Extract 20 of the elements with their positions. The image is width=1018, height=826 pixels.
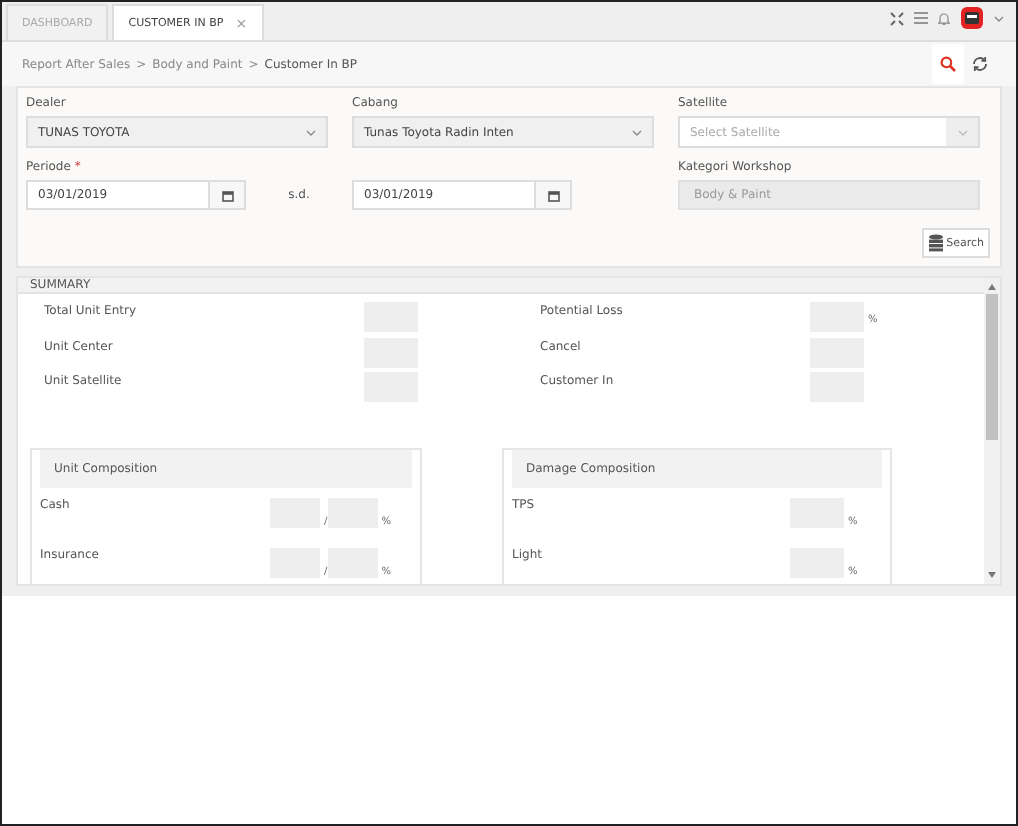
calendar-button[interactable] — [534, 182, 570, 208]
chevron-down-icon — [305, 129, 315, 135]
avatar-icon[interactable] — [960, 6, 984, 30]
refresh-icon — [972, 56, 988, 72]
calendar-icon — [221, 189, 233, 201]
chevron-down-icon — [994, 15, 1004, 21]
chevron-down-icon — [957, 129, 967, 135]
search-icon — [940, 56, 956, 72]
bell-icon[interactable] — [938, 11, 950, 25]
search-button[interactable] — [932, 44, 964, 84]
scroll-thumb[interactable] — [986, 294, 998, 440]
scrollbar[interactable] — [984, 278, 1000, 584]
calendar-button[interactable] — [208, 182, 244, 208]
database-icon — [928, 234, 945, 252]
chevron-down-icon — [631, 129, 641, 135]
scroll-up-icon[interactable] — [988, 284, 996, 290]
scroll-down-icon[interactable] — [988, 572, 996, 578]
fullscreen-icon[interactable] — [890, 11, 904, 25]
calendar-icon — [547, 189, 559, 201]
menu-icon[interactable] — [914, 12, 928, 24]
